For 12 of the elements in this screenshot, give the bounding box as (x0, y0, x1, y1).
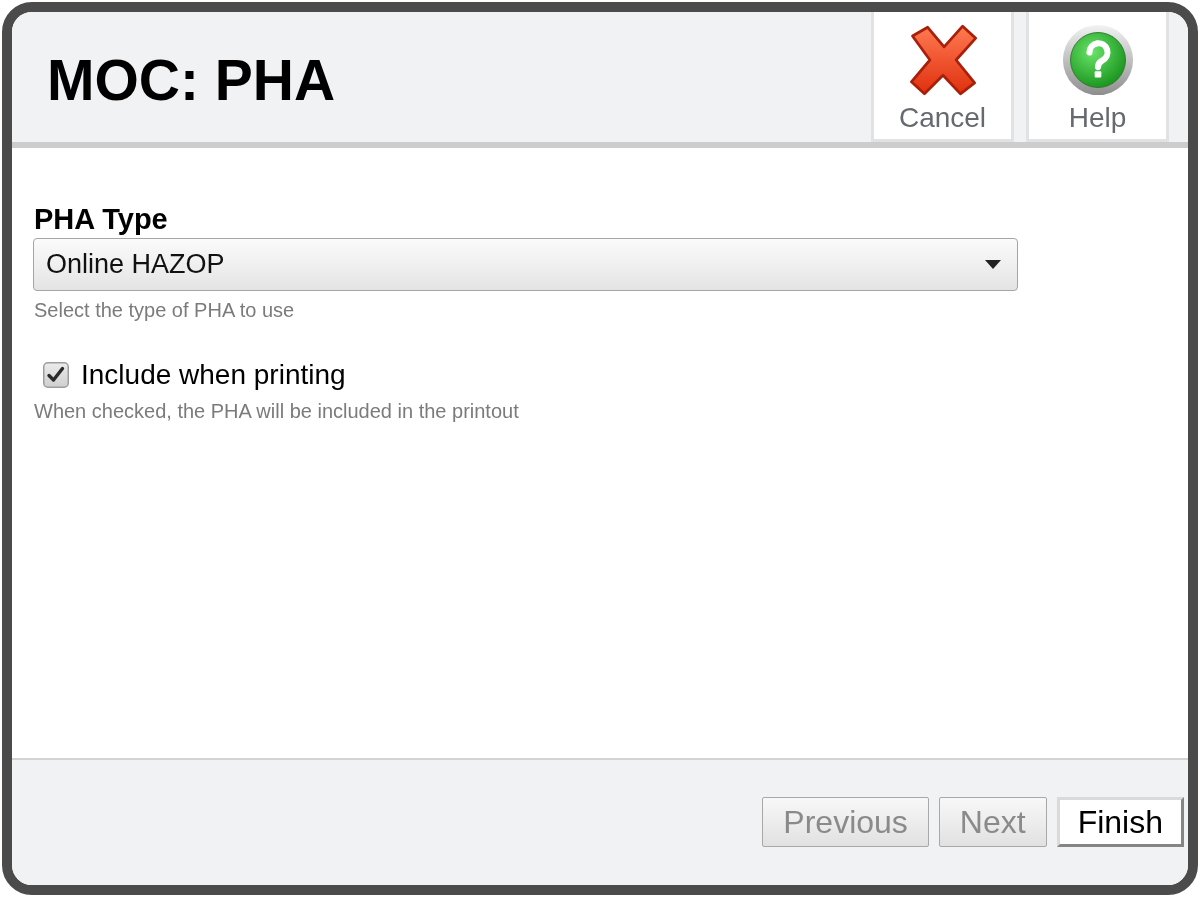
help-icon (1061, 24, 1134, 96)
help-button[interactable]: Help (1026, 12, 1169, 142)
field-hint: When checked, the PHA will be included in the printout (34, 399, 520, 423)
cancel-button[interactable]: Cancel (871, 12, 1014, 142)
checkbox-label[interactable]: Include when printing (81, 358, 346, 392)
pha-type-dropdown[interactable]: Online HAZOP (33, 238, 1018, 291)
finish-button[interactable]: Finish (1056, 797, 1184, 847)
window-title: MOC: PHA (46, 46, 337, 112)
field-hint: Select the type of PHA to use (34, 298, 296, 322)
caret-icon (985, 260, 1001, 269)
checkbox[interactable] (43, 362, 69, 388)
field-label: PHA Type (34, 202, 169, 236)
